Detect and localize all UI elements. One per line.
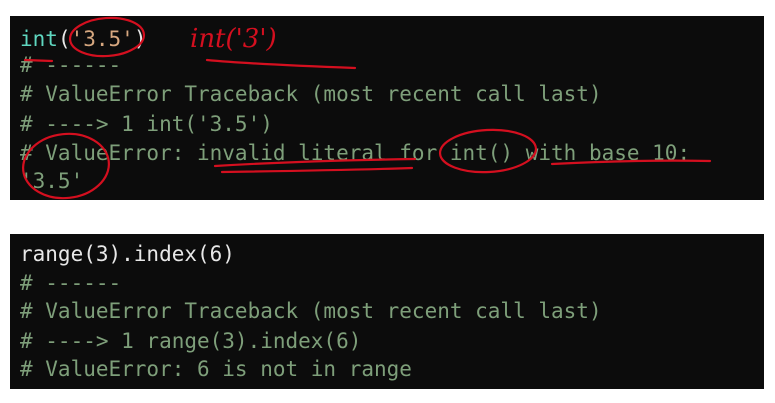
- builtin-int: int: [20, 27, 58, 51]
- close-paren: ): [133, 27, 147, 51]
- comment-traceback-header: # ValueError Traceback (most recent call…: [20, 299, 602, 323]
- comment-traceback-line: # ----> 1 int('3.5'): [20, 112, 273, 136]
- code-line-range-call: range(3).index(6): [20, 242, 235, 266]
- code-line-int-call: int('3.5'): [20, 26, 146, 52]
- comment-error-message: # ValueError: invalid literal for int() …: [20, 141, 691, 165]
- comment-error-message: # ValueError: 6 is not in range: [20, 357, 412, 381]
- comment-separator: # ------: [20, 271, 122, 295]
- code-cell-int-error: int('3.5') # ------ # ValueError Traceba…: [10, 16, 764, 200]
- string-arg: '3.5': [70, 27, 134, 51]
- comment-traceback-line: # ----> 1 range(3).index(6): [20, 329, 362, 353]
- comment-traceback-header: # ValueError Traceback (most recent call…: [20, 82, 602, 106]
- code-cell-range-error: range(3).index(6) # ------ # ValueError …: [10, 234, 764, 389]
- comment-error-value: '3.5': [20, 169, 84, 193]
- comment-separator: # ------: [20, 53, 122, 77]
- open-paren: (: [57, 27, 71, 51]
